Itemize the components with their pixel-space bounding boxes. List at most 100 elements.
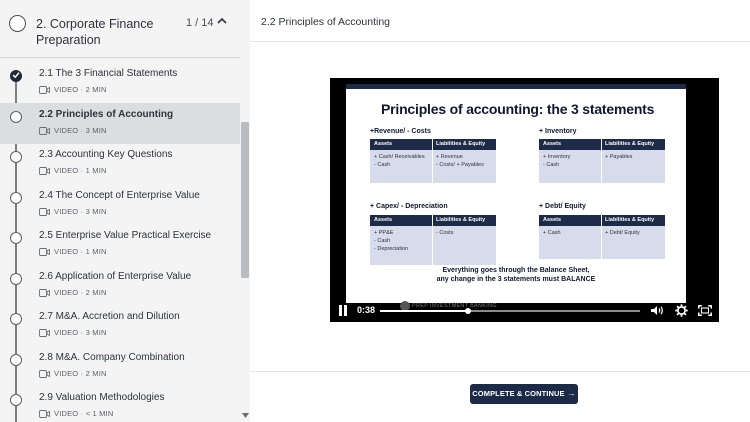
table-body: + Cash/ Receivables - Cash + Revenue - Cost… bbox=[370, 150, 496, 183]
table-body: + Inventory - Cash + Payables bbox=[539, 150, 665, 183]
table-header-cell: Liabilities & Equity bbox=[605, 217, 655, 223]
complete-and-continue-button[interactable]: COMPLETE & CONTINUE → bbox=[470, 384, 578, 404]
incomplete-status-icon bbox=[10, 110, 22, 123]
video-camera-icon bbox=[39, 329, 50, 337]
lesson-title: 2.1 The 3 Financial Statements bbox=[39, 68, 178, 79]
incomplete-status-icon bbox=[10, 313, 22, 325]
sidebar-scrollbar-thumb[interactable] bbox=[241, 122, 249, 278]
table-header-cell: Assets bbox=[374, 217, 393, 223]
video-camera-icon bbox=[39, 410, 50, 418]
divider bbox=[0, 57, 240, 58]
incomplete-status-icon bbox=[10, 232, 22, 244]
video-slide: Principles of accounting: the 3 statemen… bbox=[346, 84, 686, 311]
slide-block-label: + Capex/ - Depreciation bbox=[370, 203, 448, 210]
volume-icon[interactable] bbox=[651, 305, 664, 316]
slide-note: Everything goes through the Balance Shee… bbox=[346, 266, 686, 284]
incomplete-status-icon bbox=[10, 272, 22, 285]
lesson-meta: VIDEO · < 1 MIN bbox=[54, 409, 114, 418]
section-progress-count: 1 / 14 bbox=[186, 17, 214, 29]
video-camera-icon bbox=[39, 126, 50, 135]
lesson-item[interactable]: 2.4 The Concept of Enterprise Value VIDEO… bbox=[0, 184, 240, 225]
section-title: 2. Corporate Finance Preparation bbox=[36, 17, 154, 47]
lesson-item[interactable]: 2.2 Principles of Accounting VIDEO · 3 MI… bbox=[0, 102, 240, 144]
lesson-item[interactable]: 2.7 M&A. Accretion and Dilution VIDEO · 3… bbox=[0, 305, 240, 346]
table-cell: + PP&E bbox=[374, 230, 394, 236]
video-camera-icon bbox=[39, 167, 50, 175]
fullscreen-icon[interactable] bbox=[698, 305, 712, 316]
slide-block-label: +Revenue/ - Costs bbox=[370, 128, 431, 135]
table-cell: + Cash/ Receivables bbox=[374, 154, 425, 160]
table-cell: + Cash bbox=[543, 230, 561, 236]
lesson-title: 2.7 M&A. Accretion and Dilution bbox=[39, 311, 180, 322]
course-sidebar: 2. Corporate Finance Preparation 1 / 14 … bbox=[0, 0, 250, 422]
lesson-main: 2.2 Principles of Accounting Principles … bbox=[250, 0, 750, 422]
table-header-cell: Assets bbox=[543, 217, 562, 223]
video-camera-icon bbox=[39, 369, 50, 378]
table-cell: + Inventory bbox=[543, 154, 571, 160]
lesson-title: 2.3 Accounting Key Questions bbox=[39, 149, 173, 160]
lesson-meta: VIDEO · 2 MIN bbox=[54, 368, 107, 378]
table-header-cell: Liabilities & Equity bbox=[605, 141, 655, 147]
lesson-meta: VIDEO · 3 MIN bbox=[54, 125, 107, 135]
lesson-meta: VIDEO · 2 MIN bbox=[54, 287, 107, 297]
slide-title: Principles of accounting: the 3 statemen… bbox=[381, 101, 655, 117]
slide-table: Assets Liabilities & Equity + Inventory - C… bbox=[539, 139, 665, 183]
table-column: + Debt/ Equity bbox=[605, 229, 640, 237]
video-camera-icon bbox=[39, 86, 50, 94]
lesson-meta: VIDEO · 3 MIN bbox=[54, 328, 107, 337]
lesson-title: 2.2 Principles of Accounting bbox=[39, 108, 174, 120]
checkmark-icon bbox=[12, 72, 20, 79]
table-cell: + Payables bbox=[605, 154, 633, 160]
progress-bar-fill bbox=[380, 310, 469, 312]
scroll-down-arrow-icon[interactable] bbox=[242, 413, 249, 419]
table-separator bbox=[601, 139, 602, 183]
video-panel: Principles of accounting: the 3 statemen… bbox=[250, 42, 750, 371]
table-column: + Cash/ Receivables - Cash bbox=[374, 153, 425, 169]
table-column: + Revenue - Costs/ + Payables bbox=[436, 153, 484, 169]
table-header: Assets Liabilities & Equity bbox=[539, 215, 665, 226]
slide-table: Assets Liabilities & Equity + Cash/ Receiv… bbox=[370, 139, 496, 183]
incomplete-status-icon bbox=[10, 151, 22, 163]
table-cell: - Costs bbox=[436, 230, 454, 236]
pause-icon[interactable] bbox=[338, 305, 348, 316]
lesson-item[interactable]: 2.5 Enterprise Value Practical Exercise V… bbox=[0, 224, 240, 265]
section-header[interactable]: 2. Corporate Finance Preparation 1 / 14 bbox=[0, 0, 240, 58]
table-cell: + Debt/ Equity bbox=[605, 230, 640, 236]
section-status-circle-icon bbox=[9, 15, 26, 32]
table-cell: - Costs/ + Payables bbox=[436, 162, 484, 168]
table-header-cell: Liabilities & Equity bbox=[436, 217, 486, 223]
lesson-header: 2.2 Principles of Accounting bbox=[250, 0, 750, 42]
incomplete-status-icon bbox=[10, 394, 22, 406]
lesson-title: 2.5 Enterprise Value Practical Exercise bbox=[39, 230, 212, 241]
lesson-item[interactable]: 2.1 The 3 Financial Statements VIDEO · 2 … bbox=[0, 62, 240, 103]
lesson-item[interactable]: 2.8 M&A. Company Combination VIDEO · 2 MI… bbox=[0, 346, 240, 387]
lesson-title: 2.4 The Concept of Enterprise Value bbox=[39, 189, 200, 201]
table-header: Assets Liabilities & Equity bbox=[539, 139, 665, 150]
table-header: Assets Liabilities & Equity bbox=[370, 215, 496, 226]
progress-bar[interactable] bbox=[380, 308, 640, 314]
table-column: + Payables bbox=[605, 153, 632, 161]
table-separator bbox=[432, 215, 433, 265]
lesson-item[interactable]: 2.9 Valuation Methodologies VIDEO · < 1 M… bbox=[0, 386, 240, 422]
video-controls: 0:38 bbox=[330, 300, 719, 322]
table-header-cell: Assets bbox=[374, 141, 393, 147]
video-camera-icon bbox=[39, 207, 50, 216]
progress-handle[interactable] bbox=[465, 308, 472, 314]
table-column: + Cash bbox=[543, 229, 561, 237]
gear-icon[interactable] bbox=[675, 304, 688, 317]
video-player[interactable]: Principles of accounting: the 3 statemen… bbox=[330, 78, 719, 322]
lesson-footer: COMPLETE & CONTINUE → bbox=[250, 371, 750, 422]
video-camera-icon bbox=[39, 288, 50, 297]
lesson-meta: VIDEO · 3 MIN bbox=[54, 206, 107, 216]
lesson-item[interactable]: 2.3 Accounting Key Questions VIDEO · 1 MI… bbox=[0, 143, 240, 184]
table-header-cell: Liabilities & Equity bbox=[436, 141, 486, 147]
lesson-item[interactable]: 2.6 Application of Enterprise Value VIDEO… bbox=[0, 265, 240, 306]
lesson-title: 2.9 Valuation Methodologies bbox=[39, 392, 165, 403]
table-cell: - Cash bbox=[374, 238, 391, 244]
chevron-up-icon[interactable] bbox=[216, 15, 228, 27]
complete-button-label: COMPLETE & CONTINUE bbox=[472, 389, 565, 398]
table-cell: + Revenue bbox=[436, 154, 463, 160]
lesson-title: 2.8 M&A. Company Combination bbox=[39, 351, 185, 363]
table-cell: - Cash bbox=[543, 162, 560, 168]
lesson-meta: VIDEO · 2 MIN bbox=[54, 85, 107, 94]
